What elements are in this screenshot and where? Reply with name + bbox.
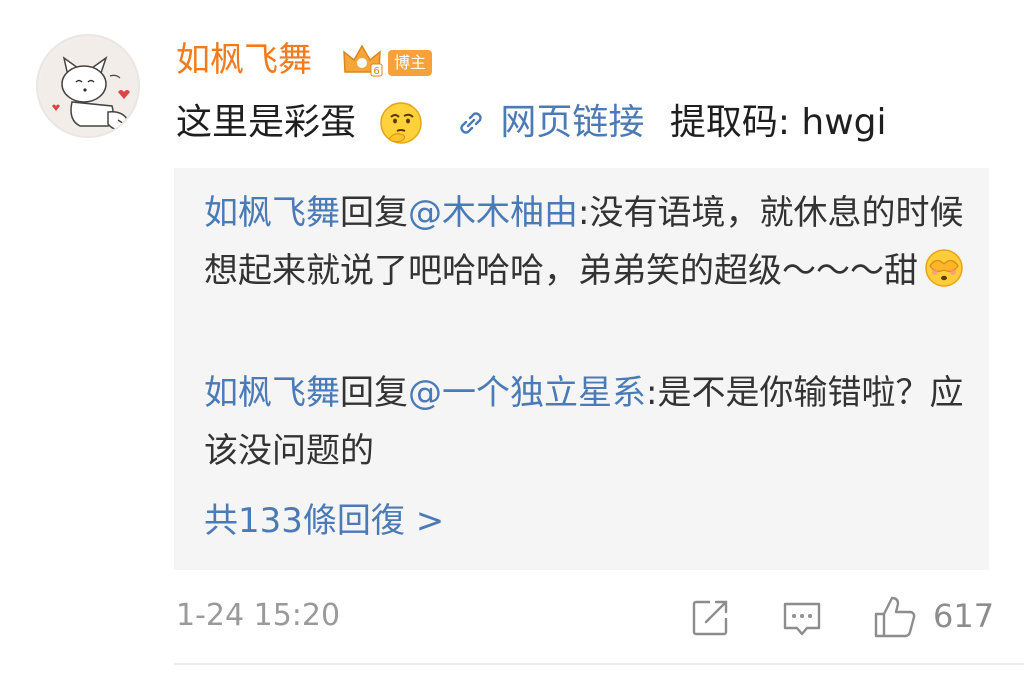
share-icon[interactable] <box>690 598 730 638</box>
reply-author[interactable]: 如枫飞舞 <box>204 193 340 233</box>
reply-item[interactable]: 如枫飞舞回复@一个独立星系:是不是你输错啦？应该没问题的 <box>204 364 964 480</box>
reply-verb: 回复 <box>340 373 408 413</box>
comment-icon[interactable] <box>781 600 823 638</box>
comment-text-line: 这里是彩蛋 网页链接 提取码: hwgi <box>176 96 887 148</box>
reply-mention[interactable]: @一个独立星系 <box>408 373 646 413</box>
svg-text:6: 6 <box>373 66 379 77</box>
shy-face-emoji-icon <box>925 249 963 287</box>
like-count: 617 <box>933 597 995 635</box>
fox-avatar-icon <box>40 38 138 136</box>
username[interactable]: 如枫飞舞 <box>176 38 312 82</box>
reply-verb: 回复 <box>340 193 408 233</box>
extraction-code: 提取码: hwgi <box>669 102 887 143</box>
web-link[interactable]: 网页链接 <box>500 97 644 149</box>
host-badge: 博主 <box>388 50 433 76</box>
thinking-face-emoji-icon <box>380 102 423 144</box>
link-icon[interactable] <box>455 107 487 139</box>
reply-box[interactable]: 如枫飞舞回复@木木柚由:没有语境，就休息的时候想起来就说了吧哈哈哈，弟弟笑的超级… <box>174 168 989 570</box>
reply-item[interactable]: 如枫飞舞回复@木木柚由:没有语境，就休息的时候想起来就说了吧哈哈哈，弟弟笑的超级… <box>204 184 964 300</box>
reply-author[interactable]: 如枫飞舞 <box>204 373 340 413</box>
divider <box>174 663 1024 665</box>
avatar[interactable] <box>36 34 140 138</box>
reply-mention[interactable]: @木木柚由 <box>408 193 578 233</box>
comment-text: 这里是彩蛋 <box>176 102 357 143</box>
total-replies-link[interactable]: 共133條回復 > <box>204 498 444 544</box>
like-icon[interactable] <box>872 594 918 638</box>
crown-icon[interactable]: 6 <box>341 42 383 78</box>
timestamp: 1-24 15:20 <box>176 598 341 633</box>
